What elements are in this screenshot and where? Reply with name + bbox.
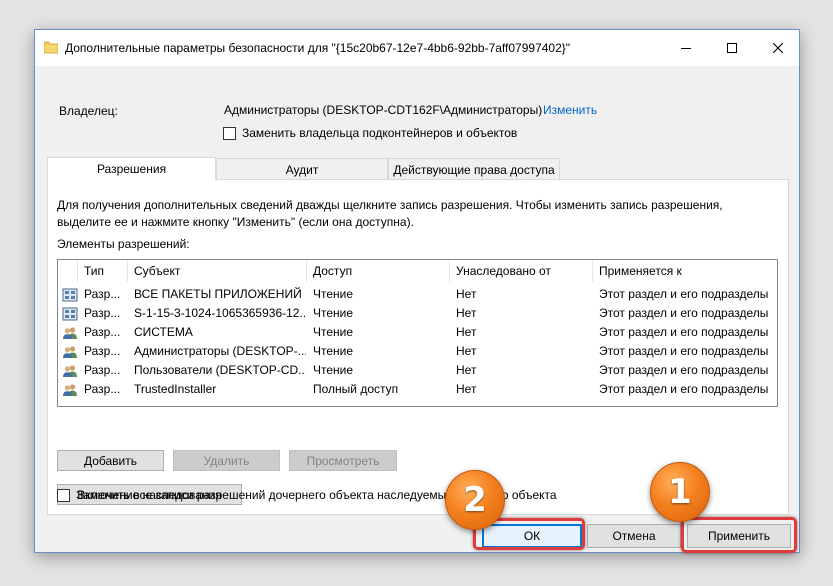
package-icon bbox=[60, 304, 80, 323]
package-icon bbox=[60, 285, 80, 304]
row-applies: Этот раздел и его подразделы bbox=[599, 306, 769, 320]
add-button[interactable]: Добавить bbox=[57, 450, 164, 471]
close-icon bbox=[773, 43, 783, 53]
users-icon bbox=[60, 323, 80, 342]
row-subject: СИСТЕМА bbox=[134, 325, 193, 339]
change-owner-link[interactable]: Изменить bbox=[543, 103, 597, 117]
maximize-button[interactable] bbox=[709, 30, 755, 66]
cancel-button[interactable]: Отмена bbox=[587, 524, 681, 548]
row-inherited: Нет bbox=[456, 344, 477, 358]
step-badge-2: 2 bbox=[445, 470, 505, 530]
table-row[interactable]: Разр... ВСЕ ПАКЕТЫ ПРИЛОЖЕНИЙ Чтение Нет… bbox=[58, 285, 777, 304]
row-inherited: Нет bbox=[456, 287, 477, 301]
row-type: Разр... bbox=[84, 306, 121, 320]
permissions-info-text: Для получения дополнительных сведений дв… bbox=[57, 198, 723, 229]
row-subject: ВСЕ ПАКЕТЫ ПРИЛОЖЕНИЙ bbox=[134, 287, 302, 301]
row-applies: Этот раздел и его подразделы bbox=[599, 382, 769, 396]
row-applies: Этот раздел и его подразделы bbox=[599, 344, 769, 358]
window-title: Дополнительные параметры безопасности дл… bbox=[65, 41, 571, 55]
owner-value: Администраторы (DESKTOP-CDT162F\Админист… bbox=[224, 103, 543, 117]
row-subject: S-1-15-3-1024-1065365936-12... bbox=[134, 306, 306, 320]
row-type: Разр... bbox=[84, 325, 121, 339]
tab-permissions[interactable]: Разрешения bbox=[47, 157, 216, 180]
column-header-access[interactable]: Доступ bbox=[307, 260, 450, 282]
step-badge-1: 1 bbox=[650, 462, 710, 522]
row-access: Чтение bbox=[313, 325, 354, 339]
permission-entries-caption: Элементы разрешений: bbox=[57, 237, 190, 251]
replace-owner-label[interactable]: Заменить владельца подконтейнеров и объе… bbox=[242, 126, 517, 140]
row-inherited: Нет bbox=[456, 325, 477, 339]
users-icon bbox=[60, 361, 80, 380]
row-type: Разр... bbox=[84, 363, 121, 377]
row-applies: Этот раздел и его подразделы bbox=[599, 325, 769, 339]
column-header-applies[interactable]: Применяется к bbox=[593, 260, 778, 282]
row-access: Чтение bbox=[313, 363, 354, 377]
table-row[interactable]: Разр... S-1-15-3-1024-1065365936-12... Ч… bbox=[58, 304, 777, 323]
table-row[interactable]: Разр... Пользователи (DESKTOP-CD... Чтен… bbox=[58, 361, 777, 380]
row-applies: Этот раздел и его подразделы bbox=[599, 287, 769, 301]
maximize-icon bbox=[727, 43, 737, 53]
table-row[interactable]: Разр... СИСТЕМА Чтение Нет Этот раздел и… bbox=[58, 323, 777, 342]
close-button[interactable] bbox=[755, 30, 801, 66]
title-bar[interactable]: Дополнительные параметры безопасности дл… bbox=[35, 30, 799, 66]
row-subject: Администраторы (DESKTOP-... bbox=[134, 344, 306, 358]
column-header-inherited[interactable]: Унаследовано от bbox=[450, 260, 593, 282]
row-applies: Этот раздел и его подразделы bbox=[599, 363, 769, 377]
users-icon bbox=[60, 380, 80, 399]
row-type: Разр... bbox=[84, 382, 121, 396]
row-access: Полный доступ bbox=[313, 382, 399, 396]
users-icon bbox=[60, 342, 80, 361]
row-access: Чтение bbox=[313, 287, 354, 301]
replace-owner-checkbox[interactable] bbox=[223, 127, 236, 140]
owner-label: Владелец: bbox=[59, 104, 118, 118]
row-subject: Пользователи (DESKTOP-CD... bbox=[134, 363, 306, 377]
folder-icon bbox=[44, 41, 58, 54]
table-row[interactable]: Разр... TrustedInstaller Полный доступ Н… bbox=[58, 380, 777, 399]
row-inherited: Нет bbox=[456, 382, 477, 396]
column-header-subject[interactable]: Субъект bbox=[128, 260, 307, 282]
replace-child-permissions-checkbox[interactable] bbox=[57, 489, 70, 502]
permission-entries-list[interactable]: Тип Субъект Доступ Унаследовано от Приме… bbox=[57, 259, 778, 407]
row-inherited: Нет bbox=[456, 306, 477, 320]
tab-effective-access[interactable]: Действующие права доступа bbox=[388, 158, 560, 180]
ok-button[interactable]: ОК bbox=[482, 524, 582, 548]
row-subject: TrustedInstaller bbox=[134, 382, 217, 396]
column-icon-header bbox=[58, 260, 78, 282]
row-access: Чтение bbox=[313, 344, 354, 358]
row-access: Чтение bbox=[313, 306, 354, 320]
view-button[interactable]: Просмотреть bbox=[289, 450, 397, 471]
minimize-button[interactable] bbox=[663, 30, 709, 66]
row-type: Разр... bbox=[84, 344, 121, 358]
minimize-icon bbox=[681, 48, 691, 49]
apply-button[interactable]: Применить bbox=[687, 524, 791, 548]
remove-button[interactable]: Удалить bbox=[173, 450, 280, 471]
column-header-type[interactable]: Тип bbox=[78, 260, 128, 282]
tab-audit[interactable]: Аудит bbox=[216, 158, 388, 180]
table-row[interactable]: Разр... Администраторы (DESKTOP-... Чтен… bbox=[58, 342, 777, 361]
row-inherited: Нет bbox=[456, 363, 477, 377]
list-header: Тип Субъект Доступ Унаследовано от Приме… bbox=[58, 260, 777, 282]
row-type: Разр... bbox=[84, 287, 121, 301]
